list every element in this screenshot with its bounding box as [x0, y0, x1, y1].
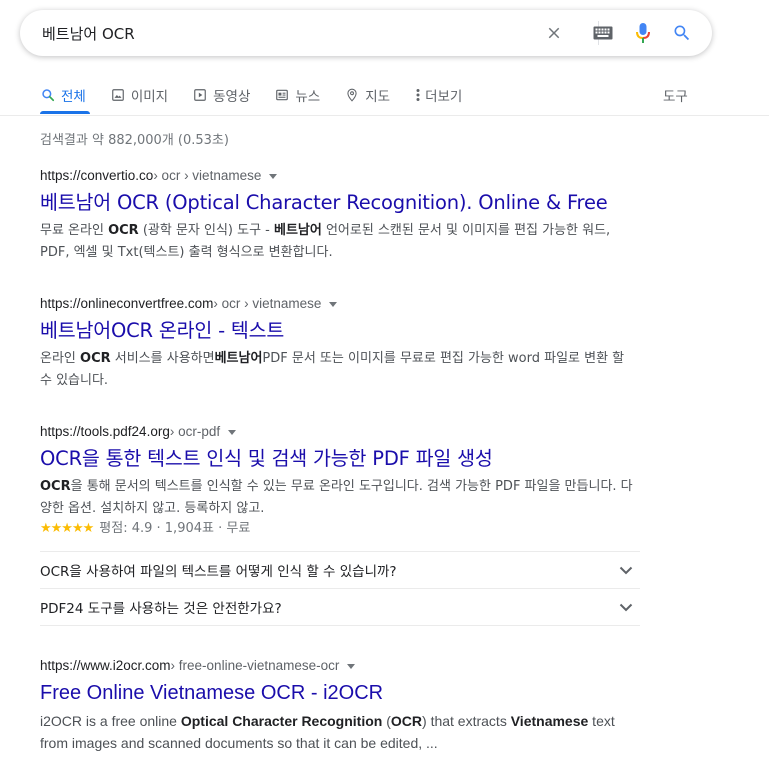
tools-button[interactable]: 도구: [663, 85, 688, 105]
result-url: https://onlineconvertfree.com › ocr › vi…: [40, 295, 640, 313]
snippet-text: 서비스를 사용하면: [110, 351, 215, 366]
snippet-text: 무료 온라인: [40, 223, 109, 238]
dropdown-arrow-icon[interactable]: [347, 663, 356, 669]
snippet-highlight: Vietnamese: [510, 713, 589, 729]
result-title-link[interactable]: 베트남어OCR 온라인 - 텍스트: [40, 318, 640, 344]
result-domain[interactable]: https://tools.pdf24.org: [40, 423, 170, 441]
snippet-highlight: OCR: [40, 479, 71, 494]
snippet-highlight: 베트남어: [274, 223, 322, 238]
snippet-text: (: [382, 713, 391, 729]
snippet-highlight: 베트남어: [214, 351, 263, 366]
search-icon[interactable]: [670, 21, 694, 45]
search-icon: [40, 87, 56, 103]
snippet-highlight: OCR: [390, 713, 423, 729]
chevron-down-icon: [614, 558, 638, 582]
tab-images[interactable]: 이미지: [110, 85, 168, 105]
result-title-link[interactable]: OCR을 통한 텍스트 인식 및 검색 가능한 PDF 파일 생성: [40, 446, 640, 472]
microphone-icon[interactable]: [631, 21, 655, 45]
keyboard-icon[interactable]: [591, 21, 615, 45]
result-snippet: i2OCR is a free online Optical Character…: [40, 710, 640, 754]
snippet-text: 을 통해 문서의 텍스트를 인식할 수 있는 무료 온라인 도구입니다. 검색 …: [40, 479, 633, 516]
snippet-highlight: OCR: [108, 223, 139, 238]
location-pin-icon: [344, 87, 360, 103]
result-path: › ocr › vietnamese: [213, 296, 322, 311]
snippet-highlight: Optical Character Recognition: [180, 713, 383, 729]
faq-divider: [40, 625, 640, 626]
chevron-down-icon: [614, 595, 638, 619]
news-icon: [274, 87, 290, 103]
more-vert-icon: [414, 87, 422, 103]
result-title-link[interactable]: Free Online Vietnamese OCR - i2OCR: [40, 680, 640, 706]
header-divider: [0, 115, 769, 116]
search-result: https://tools.pdf24.org › ocr-pdf OCR을 통…: [40, 423, 640, 538]
active-tab-indicator: [40, 111, 90, 114]
rating-text: 평점: 4.9 · 1,904표 · 무료: [99, 521, 251, 536]
tab-videos[interactable]: 동영상: [192, 85, 250, 105]
result-url: https://tools.pdf24.org › ocr-pdf: [40, 423, 640, 441]
faq-item[interactable]: PDF24 도구를 사용하는 것은 안전한가요?: [40, 588, 640, 625]
faq-question: PDF24 도구를 사용하는 것은 안전한가요?: [40, 601, 282, 617]
search-result: https://onlineconvertfree.com › ocr › vi…: [40, 295, 640, 392]
close-icon[interactable]: [542, 21, 566, 45]
result-url: https://www.i2ocr.com › free-online-viet…: [40, 657, 640, 675]
search-tabs: 전체 이미지 동영상 뉴스 지도 더보기: [40, 84, 486, 106]
result-domain[interactable]: https://convertio.co: [40, 167, 153, 185]
faq-item[interactable]: OCR을 사용하여 파일의 텍스트를 어떻게 인식 할 수 있습니까?: [40, 551, 640, 588]
tab-all[interactable]: 전체: [40, 85, 86, 105]
tab-label: 이미지: [130, 89, 169, 105]
result-snippet: 무료 온라인 OCR (광학 문자 인식) 도구 - 베트남어 언어로된 스캔된…: [40, 220, 640, 264]
result-domain[interactable]: https://www.i2ocr.com: [40, 657, 171, 675]
tab-label: 더보기: [425, 89, 463, 105]
tab-news[interactable]: 뉴스: [274, 85, 320, 105]
search-result: https://convertio.co › ocr › vietnamese …: [40, 167, 640, 264]
video-icon: [192, 87, 208, 103]
search-result: https://www.i2ocr.com › free-online-viet…: [40, 657, 640, 754]
snippet-text: i2OCR is a free online: [40, 713, 181, 729]
star-rating-icon: ★★★★★: [40, 521, 94, 536]
dropdown-arrow-icon[interactable]: [228, 429, 237, 435]
snippet-text: ) that extracts: [422, 713, 511, 729]
faq-question: OCR을 사용하여 파일의 텍스트를 어떻게 인식 할 수 있습니까?: [40, 564, 397, 580]
tab-more[interactable]: 더보기: [414, 85, 462, 105]
result-domain[interactable]: https://onlineconvertfree.com: [40, 295, 213, 313]
snippet-highlight: OCR: [80, 351, 111, 366]
tab-label: 동영상: [213, 89, 251, 105]
dropdown-arrow-icon[interactable]: [329, 301, 338, 307]
result-snippet: 온라인 OCR 서비스를 사용하면베트남어PDF 문서 또는 이미지를 무료로 …: [40, 348, 640, 392]
search-box: [20, 10, 712, 56]
tab-label: 뉴스: [295, 89, 321, 105]
snippet-text: (광학 문자 인식) 도구 -: [138, 223, 274, 238]
result-path: › free-online-vietnamese-ocr: [170, 658, 340, 673]
result-path: › ocr › vietnamese: [153, 168, 262, 183]
rating-row: ★★★★★ 평점: 4.9 · 1,904표 · 무료: [40, 520, 640, 538]
result-title-link[interactable]: 베트남어 OCR (Optical Character Recognition)…: [40, 190, 640, 216]
tab-maps[interactable]: 지도: [344, 85, 390, 105]
result-path: › ocr-pdf: [169, 424, 221, 439]
image-icon: [110, 87, 126, 103]
dropdown-arrow-icon[interactable]: [269, 173, 278, 179]
result-stats: 검색결과 약 882,000개 (0.53초): [40, 133, 229, 148]
result-snippet: OCR을 통해 문서의 텍스트를 인식할 수 있는 무료 온라인 도구입니다. …: [40, 476, 640, 520]
tab-label: 지도: [365, 89, 391, 105]
snippet-text: 온라인: [40, 351, 81, 366]
search-input[interactable]: [42, 10, 522, 56]
result-url: https://convertio.co › ocr › vietnamese: [40, 167, 640, 185]
tab-label: 전체: [61, 89, 86, 105]
